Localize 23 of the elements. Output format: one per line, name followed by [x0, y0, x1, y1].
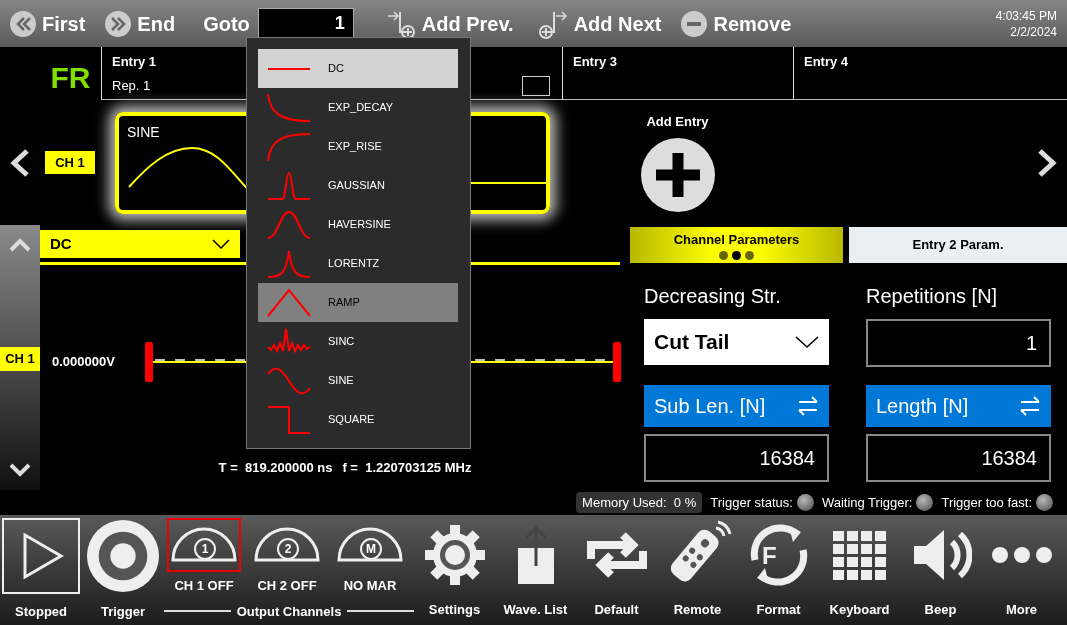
voltage-label: 0.000000V	[51, 352, 116, 371]
indicator-label: Waiting Trigger:	[821, 493, 913, 512]
group-label: Output Channels	[236, 602, 342, 621]
channel-tag: CH 1	[45, 150, 95, 175]
indicator-label: Trigger too fast:	[941, 493, 1032, 512]
entry-repetitions: Rep. 1	[112, 76, 152, 95]
add-entry-label: Add Entry	[646, 112, 709, 131]
goto-label: Goto	[203, 11, 250, 37]
field-label: Repetitions [N]	[866, 284, 999, 309]
channel-number: M	[360, 538, 382, 560]
channel-number: 2	[277, 538, 299, 560]
icon-letter: F	[762, 541, 777, 571]
memory-indicator: Memory Used: 0 %	[576, 491, 703, 514]
frequency-text: f = 1.220703125 MHz	[342, 459, 472, 477]
indicator-label: Trigger status:	[710, 493, 793, 512]
period-text: T = 819.200000 ns	[218, 459, 333, 477]
channel-tag: CH 1	[0, 347, 40, 371]
waveform-name: SINE	[127, 122, 161, 142]
mode-label: FR	[49, 60, 92, 96]
clock-date: 2/2/2024	[1009, 23, 1057, 40]
field-label: Decreasing Str.	[644, 284, 782, 309]
channel-number: 1	[194, 538, 216, 560]
clock-time: 4:03:45 PM	[995, 7, 1057, 24]
